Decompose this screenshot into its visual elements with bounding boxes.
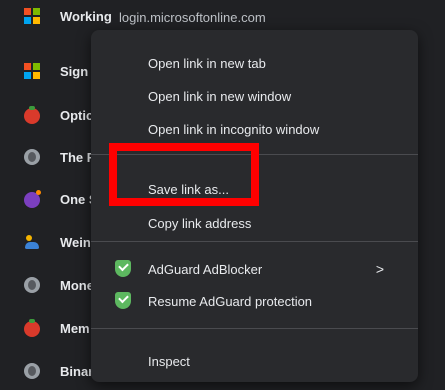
chevron-right-icon: > xyxy=(375,261,384,277)
bomb-icon xyxy=(24,190,41,208)
red-highlight-box xyxy=(109,143,259,206)
microsoft-logo-icon xyxy=(24,63,40,79)
menu-item-resume-adguard[interactable]: Resume AdGuard protection xyxy=(91,286,418,316)
globe-icon xyxy=(24,277,40,293)
menu-item-inspect[interactable]: Inspect xyxy=(91,346,418,376)
globe-icon xyxy=(24,149,40,165)
people-icon xyxy=(24,234,40,250)
link-url-hint: login.microsoftonline.com xyxy=(119,10,266,25)
menu-item-label: AdGuard AdBlocker xyxy=(148,262,263,277)
adguard-shield-check-icon xyxy=(115,292,131,309)
menu-item-adguard-adblocker[interactable]: AdGuard AdBlocker > xyxy=(91,254,418,284)
bookmark-label: Mone xyxy=(60,278,94,293)
menu-item-label: Open link in new window xyxy=(148,89,292,104)
menu-item-label: Inspect xyxy=(148,354,190,369)
tomato-icon xyxy=(24,106,40,124)
menu-item-open-new-tab[interactable]: Open link in new tab xyxy=(91,48,418,78)
menu-item-open-incognito[interactable]: Open link in incognito window xyxy=(91,114,418,144)
bookmark-label: Wein xyxy=(60,235,91,250)
context-menu: Open link in new tab Open link in new wi… xyxy=(91,30,418,382)
microsoft-logo-icon xyxy=(24,8,40,24)
bookmark-label: Mem xyxy=(60,321,90,336)
menu-separator xyxy=(91,241,418,242)
bookmark-label: Sign xyxy=(60,64,89,79)
globe-icon xyxy=(24,363,40,379)
menu-item-label: Open link in new tab xyxy=(148,56,266,71)
menu-item-copy-link[interactable]: Copy link address xyxy=(91,208,418,238)
menu-item-open-new-window[interactable]: Open link in new window xyxy=(91,81,418,111)
menu-item-label: Resume AdGuard protection xyxy=(148,294,313,309)
bookmark-label: Binar xyxy=(60,364,94,379)
menu-item-label: Open link in incognito window xyxy=(148,122,320,137)
menu-item-label: Copy link address xyxy=(148,216,252,231)
tomato-icon xyxy=(24,319,40,337)
bookmark-label: Optic xyxy=(60,108,94,123)
bookmark-label: Working xyxy=(60,9,112,24)
menu-separator xyxy=(91,328,418,329)
adguard-shield-icon xyxy=(115,260,131,277)
bookmark-label: The F xyxy=(60,150,95,165)
